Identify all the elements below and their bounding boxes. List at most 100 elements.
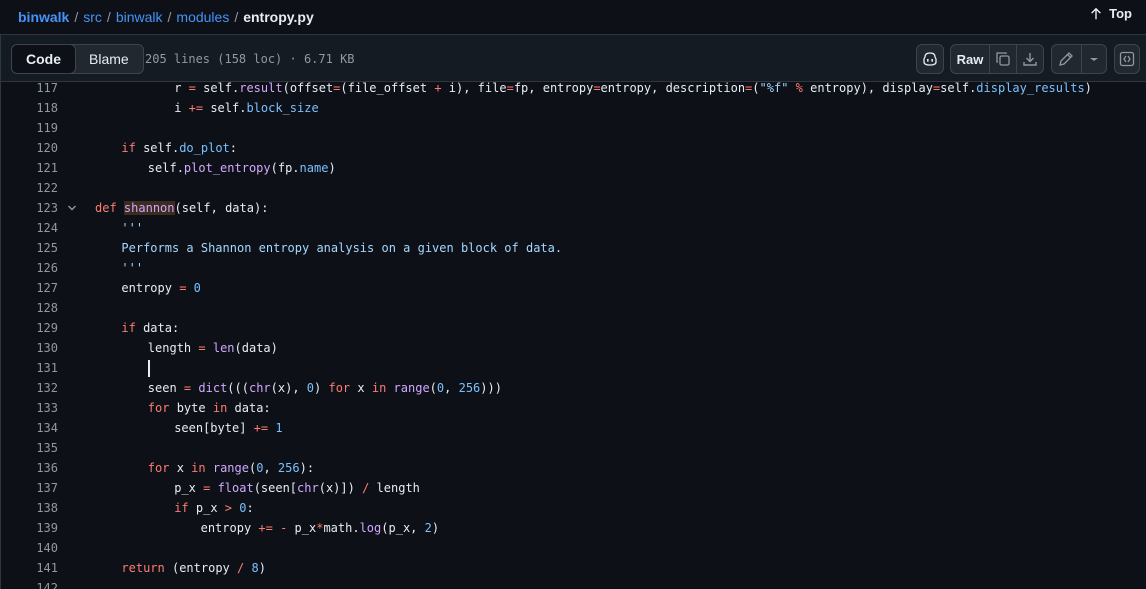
line-number[interactable]: 141: [1, 558, 58, 578]
line-number[interactable]: 123: [1, 198, 58, 218]
line-number[interactable]: 131: [1, 358, 58, 378]
line-number[interactable]: 138: [1, 498, 58, 518]
code-token: range: [393, 381, 430, 395]
symbols-panel-icon: [1119, 51, 1135, 67]
code-token: (x),: [270, 381, 307, 395]
top-button-label: Top: [1109, 6, 1132, 21]
line-number[interactable]: 137: [1, 478, 58, 498]
code-line[interactable]: 118 i += self.block_size: [1, 98, 1146, 118]
line-number[interactable]: 133: [1, 398, 58, 418]
breadcrumb-file-name: entropy.py: [243, 9, 314, 25]
line-number[interactable]: 134: [1, 418, 58, 438]
code-line[interactable]: 133 for byte in data:: [1, 398, 1146, 418]
code-token: 256: [458, 381, 481, 395]
code-line[interactable]: 126 ''': [1, 258, 1146, 278]
breadcrumb-link-binwalk[interactable]: binwalk: [116, 9, 163, 25]
code-token: "%f": [759, 81, 789, 95]
copilot-button[interactable]: [916, 44, 944, 74]
line-number[interactable]: 130: [1, 338, 58, 358]
code-line[interactable]: 130 length = len(data): [1, 338, 1146, 358]
code-token: data:: [135, 321, 180, 335]
top-button[interactable]: Top: [1089, 6, 1132, 21]
code-line[interactable]: 136 for x in range(0, 256):: [1, 458, 1146, 478]
code-token: (entropy: [164, 561, 237, 575]
symbols-panel-button[interactable]: [1114, 44, 1140, 74]
tab-code[interactable]: Code: [11, 45, 76, 73]
line-number[interactable]: 127: [1, 278, 58, 298]
code-line[interactable]: 131: [1, 358, 1146, 378]
code-token: +=: [188, 101, 204, 115]
line-number[interactable]: 136: [1, 458, 58, 478]
code-line[interactable]: 119: [1, 118, 1146, 138]
code-line[interactable]: 135: [1, 438, 1146, 458]
code-line[interactable]: 125 Performs a Shannon entropy analysis o…: [1, 238, 1146, 258]
line-number[interactable]: 132: [1, 378, 58, 398]
code-token: entropy), display: [802, 81, 933, 95]
breadcrumb-link-modules[interactable]: modules: [176, 9, 229, 25]
code-line[interactable]: 122: [1, 178, 1146, 198]
breadcrumb-link-src[interactable]: src: [83, 9, 102, 25]
code-text: self.plot_entropy(fp.name): [148, 158, 336, 178]
code-token: len: [212, 341, 235, 355]
code-text: ''': [121, 218, 143, 238]
line-number[interactable]: 122: [1, 178, 58, 198]
code-token: float: [217, 481, 254, 495]
code-line[interactable]: 124 ''': [1, 218, 1146, 238]
code-token: (((: [227, 381, 249, 395]
edit-file-button[interactable]: [1052, 45, 1081, 73]
code-line[interactable]: 142: [1, 578, 1146, 589]
copy-raw-button[interactable]: [989, 45, 1016, 73]
pencil-icon: [1059, 52, 1074, 66]
line-number[interactable]: 140: [1, 538, 58, 558]
line-number[interactable]: 139: [1, 518, 58, 538]
code-line[interactable]: 127 entropy = 0: [1, 278, 1146, 298]
line-number[interactable]: 135: [1, 438, 58, 458]
code-token: p_x: [188, 501, 225, 515]
line-number[interactable]: 121: [1, 158, 58, 178]
code-token: (seen[: [253, 481, 298, 495]
code-text: i += self.block_size: [174, 98, 319, 118]
line-number[interactable]: 118: [1, 98, 58, 118]
code-line[interactable]: 134 seen[byte] += 1: [1, 418, 1146, 438]
code-token: (data): [234, 341, 278, 355]
line-number[interactable]: 119: [1, 118, 58, 138]
code-token: chr: [248, 381, 271, 395]
code-token: ,: [263, 461, 278, 475]
code-line[interactable]: 132 seen = dict(((chr(x), 0) for x in ran…: [1, 378, 1146, 398]
code-line[interactable]: 120 if self.do_plot:: [1, 138, 1146, 158]
line-number[interactable]: 128: [1, 298, 58, 318]
code-line[interactable]: 139 entropy += - p_x*math.log(p_x, 2): [1, 518, 1146, 538]
copy-icon: [996, 52, 1010, 66]
tab-blame[interactable]: Blame: [75, 45, 143, 73]
code-token: 256: [277, 461, 300, 475]
code-line[interactable]: 129 if data:: [1, 318, 1146, 338]
code-line[interactable]: 123 def shannon(self, data):: [1, 198, 1146, 218]
line-number[interactable]: 120: [1, 138, 58, 158]
code-token: math.: [323, 521, 360, 535]
code-line[interactable]: 140: [1, 538, 1146, 558]
raw-button[interactable]: Raw: [951, 45, 989, 73]
line-number[interactable]: 129: [1, 318, 58, 338]
line-number[interactable]: 117: [1, 78, 58, 98]
breadcrumb-repo-link[interactable]: binwalk: [18, 9, 69, 25]
code-line[interactable]: 137 p_x = float(seen[chr(x)]) / length: [1, 478, 1146, 498]
code-token: ))): [480, 381, 502, 395]
code-line[interactable]: 117 r = self. result(offset = (file_offset +…: [1, 78, 1146, 98]
download-raw-button[interactable]: [1016, 45, 1043, 73]
breadcrumb: binwalk / src / binwalk / modules / entr…: [18, 9, 314, 25]
code-token: x: [350, 381, 372, 395]
code-token: dict: [198, 381, 228, 395]
line-number[interactable]: 126: [1, 258, 58, 278]
code-line[interactable]: 141 return (entropy / 8): [1, 558, 1146, 578]
fold-chevron-icon[interactable]: [67, 203, 77, 213]
line-number[interactable]: 125: [1, 238, 58, 258]
edit-options-dropdown[interactable]: [1080, 45, 1106, 73]
line-number[interactable]: 124: [1, 218, 58, 238]
line-number[interactable]: 142: [1, 578, 58, 589]
code-line[interactable]: 121 self.plot_entropy(fp.name): [1, 158, 1146, 178]
code-view[interactable]: 117 r = self. result(offset = (file_offset +…: [0, 81, 1146, 589]
code-line[interactable]: 128: [1, 298, 1146, 318]
code-token: block_size: [246, 101, 319, 115]
code-line[interactable]: 138 if p_x > 0:: [1, 498, 1146, 518]
